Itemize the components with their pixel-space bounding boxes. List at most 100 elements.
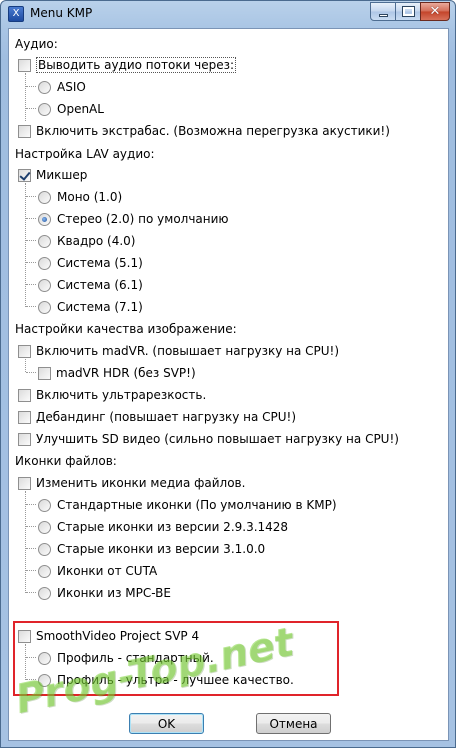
app-icon: X [8, 6, 24, 22]
svp-profile-standard-label: Профиль - стандартный. [57, 651, 214, 665]
icons-mpc-be-radio[interactable] [38, 586, 51, 600]
minimize-icon [378, 13, 388, 17]
mono-radio[interactable] [38, 190, 51, 204]
icons-cuta-label: Иконки от CUTA [57, 564, 158, 578]
maximize-button[interactable] [395, 2, 421, 21]
mixer-option-mono[interactable]: Моно (1.0) [38, 188, 122, 206]
cancel-button[interactable]: Отмена [256, 713, 331, 734]
madvr-hdr-checkbox[interactable] [38, 366, 51, 380]
mixer-option-6-1[interactable]: Система (6.1) [38, 276, 143, 294]
improve-sd-label: Улучшить SD видео (сильно повышает нагру… [36, 432, 399, 446]
ok-button[interactable]: OK [129, 713, 204, 734]
madvr-checkbox[interactable] [18, 344, 31, 358]
minimize-button[interactable] [370, 2, 396, 21]
tree-branch [26, 372, 36, 373]
close-icon: ✕ [429, 4, 441, 19]
stereo-label: Стерео (2.0) по умолчанию [57, 212, 229, 226]
change-icons-label: Изменить иконки медиа файлов. [36, 476, 246, 490]
change-icons-checkbox[interactable] [18, 476, 31, 490]
icons-old-2-9-label: Старые иконки из версии 2.9.3.1428 [57, 520, 289, 534]
tree-branch [26, 284, 36, 285]
system-5-1-radio[interactable] [38, 256, 51, 270]
openal-radio-row[interactable]: OpenAL [38, 100, 104, 118]
icons-option-standard[interactable]: Стандартные иконки (По умолчанию в KMP) [38, 496, 337, 514]
icons-cuta-radio[interactable] [38, 564, 51, 578]
mixer-option-stereo[interactable]: Стерео (2.0) по умолчанию [38, 210, 229, 228]
tree-branch [26, 306, 36, 307]
icons-standard-radio[interactable] [38, 498, 51, 512]
svp-label: SmoothVideo Project SVP 4 [36, 629, 200, 643]
tree-branch [26, 548, 36, 549]
madvr-hdr-checkbox-row[interactable]: madVR HDR (без SVP!) [38, 364, 196, 382]
tree-branch [26, 108, 36, 109]
debanding-checkbox[interactable] [18, 410, 31, 424]
tree-branch [26, 504, 36, 505]
svp-profile-standard-radio[interactable] [38, 651, 51, 665]
output-streams-label: Выводить аудио потоки через: [36, 57, 237, 73]
tree-branch [26, 657, 36, 658]
tree-line [25, 644, 26, 680]
mixer-option-7-1[interactable]: Система (7.1) [38, 298, 143, 316]
debanding-checkbox-row[interactable]: Дебандинг (повышает нагрузку на CPU!) [18, 408, 296, 426]
svp-checkbox-row[interactable]: SmoothVideo Project SVP 4 [18, 627, 199, 645]
tree-branch [26, 570, 36, 571]
change-icons-checkbox-row[interactable]: Изменить иконки медиа файлов. [18, 474, 245, 492]
openal-radio[interactable] [38, 102, 51, 116]
tree-branch [26, 526, 36, 527]
section-label-file-icons: Иконки файлов: [15, 454, 117, 468]
improve-sd-checkbox[interactable] [18, 432, 31, 446]
icons-option-old-3-1[interactable]: Старые иконки из версии 3.1.0.0 [38, 540, 265, 558]
mixer-option-5-1[interactable]: Система (5.1) [38, 254, 143, 272]
svp-profile-ultra-radio[interactable] [38, 673, 51, 687]
mixer-checkbox-row[interactable]: Микшер [18, 166, 87, 184]
extrabass-checkbox-row[interactable]: Включить экстрабас. (Возможна перегрузка… [18, 122, 390, 140]
ultra-sharp-checkbox-row[interactable]: Включить ультрарезкость. [18, 386, 206, 404]
system-6-1-radio[interactable] [38, 278, 51, 292]
icons-option-cuta[interactable]: Иконки от CUTA [38, 562, 157, 580]
tree-line [25, 183, 26, 307]
system-7-1-radio[interactable] [38, 300, 51, 314]
icons-old-2-9-radio[interactable] [38, 520, 51, 534]
tree-branch [26, 262, 36, 263]
mixer-checkbox[interactable] [18, 168, 31, 182]
icons-standard-label: Стандартные иконки (По умолчанию в KMP) [57, 498, 337, 512]
output-streams-checkbox[interactable] [18, 58, 31, 72]
tree-branch [26, 86, 36, 87]
close-button[interactable]: ✕ [420, 2, 450, 21]
tree-branch [26, 240, 36, 241]
improve-sd-checkbox-row[interactable]: Улучшить SD видео (сильно повышает нагру… [18, 430, 399, 448]
debanding-label: Дебандинг (повышает нагрузку на CPU!) [36, 410, 297, 424]
tree-line [25, 359, 26, 372]
section-label-audio: Аудио: [15, 37, 58, 51]
madvr-label: Включить madVR. (повышает нагрузку на CP… [36, 344, 340, 358]
tree-line [25, 491, 26, 593]
maximize-icon [401, 6, 415, 17]
tree-branch [26, 592, 36, 593]
extrabass-checkbox[interactable] [18, 124, 31, 138]
tree-branch [26, 679, 36, 680]
mixer-option-quadro[interactable]: Квадро (4.0) [38, 232, 135, 250]
svp-profile-ultra-row[interactable]: Профиль - ультра - лучшее качество. [38, 671, 294, 689]
asio-radio[interactable] [38, 80, 51, 94]
asio-radio-row[interactable]: ASIO [38, 78, 86, 96]
extrabass-label: Включить экстрабас. (Возможна перегрузка… [36, 124, 390, 138]
output-streams-checkbox-row[interactable]: Выводить аудио потоки через: [18, 56, 237, 74]
asio-label: ASIO [57, 80, 86, 94]
icons-mpc-be-label: Иконки из MPC-BE [57, 586, 171, 600]
title-bar[interactable]: X Menu KMP ✕ [1, 1, 455, 27]
icons-option-old-2-9[interactable]: Старые иконки из версии 2.9.3.1428 [38, 518, 288, 536]
quadro-label: Квадро (4.0) [57, 234, 136, 248]
svp-profile-standard-row[interactable]: Профиль - стандартный. [38, 649, 214, 667]
icons-old-3-1-label: Старые иконки из версии 3.1.0.0 [57, 542, 266, 556]
svp-checkbox[interactable] [18, 629, 31, 643]
section-label-lav-audio: Настройка LAV аудио: [15, 147, 155, 161]
ultra-sharp-checkbox[interactable] [18, 388, 31, 402]
stereo-radio[interactable] [38, 212, 51, 226]
tree-branch [26, 196, 36, 197]
quadro-radio[interactable] [38, 234, 51, 248]
system-5-1-label: Система (5.1) [57, 256, 143, 270]
madvr-checkbox-row[interactable]: Включить madVR. (повышает нагрузку на CP… [18, 342, 339, 360]
icons-option-mpc-be[interactable]: Иконки из MPC-BE [38, 584, 171, 602]
icons-old-3-1-radio[interactable] [38, 542, 51, 556]
dialog-window: X Menu KMP ✕ Аудио: Выводить аудио поток… [0, 0, 456, 748]
